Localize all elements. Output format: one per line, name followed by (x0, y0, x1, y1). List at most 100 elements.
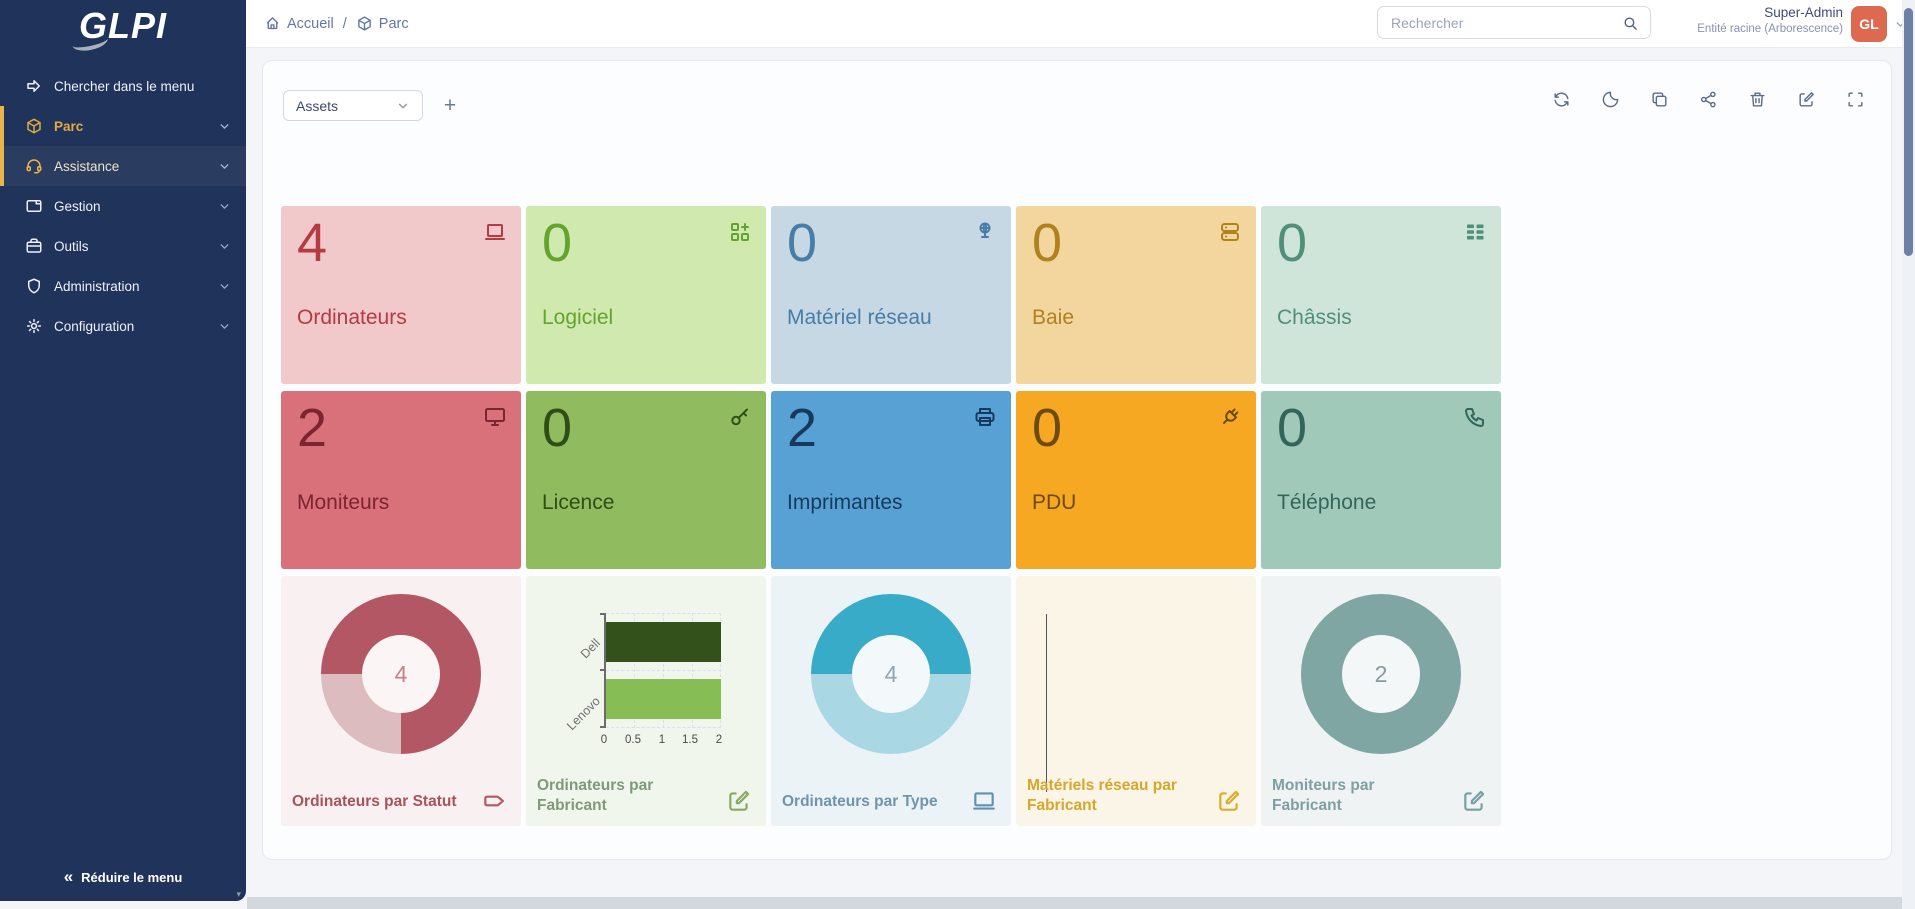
printer-icon (973, 405, 997, 429)
dashboard-select-value: Assets (296, 98, 338, 114)
sidebar-item-label: Assistance (54, 159, 119, 174)
monitor-icon (483, 405, 507, 429)
refresh-icon[interactable] (1552, 90, 1571, 109)
x-tick: 1 (647, 734, 677, 746)
sidebar-menu: Chercher dans le menu Parc Assistance Ge… (0, 66, 246, 346)
glpi-logo[interactable]: GLPI (0, 0, 246, 52)
chevron-down-icon (218, 160, 231, 173)
search-icon[interactable] (1622, 15, 1639, 32)
sidebar-item-parc[interactable]: Parc (0, 106, 246, 146)
sidebar: GLPI Chercher dans le menu Parc Assistan… (0, 0, 246, 901)
gear-icon (25, 317, 43, 335)
rack-rows-icon (1463, 220, 1487, 244)
headset-icon (25, 157, 43, 175)
sidebar-search-menu[interactable]: Chercher dans le menu (0, 66, 246, 106)
breadcrumb-home-link[interactable]: Accueil (264, 15, 334, 32)
home-icon (264, 15, 281, 32)
widget-materiels-reseau-par-fabricant[interactable]: Matériels réseau par Fabricant (1016, 576, 1256, 826)
card-label: Moniteurs (297, 491, 389, 515)
edit-icon[interactable] (1461, 788, 1487, 814)
donut-chart: 4 (321, 594, 481, 754)
sidebar-item-administration[interactable]: Administration (0, 266, 246, 306)
card-count: 4 (297, 216, 327, 270)
chevron-down-icon (218, 280, 231, 293)
card-baie[interactable]: 0 Baie (1016, 206, 1256, 384)
card-count: 2 (787, 401, 817, 455)
card-materiel-reseau[interactable]: 0 Matériel réseau (771, 206, 1011, 384)
card-count: 0 (1032, 216, 1062, 270)
global-search (1377, 6, 1651, 39)
arrow-right-icon (25, 77, 43, 95)
bar-chart (604, 613, 721, 728)
card-moniteurs[interactable]: 2 Moniteurs (281, 391, 521, 569)
donut-center-value: 4 (395, 661, 408, 688)
sidebar-item-assistance[interactable]: Assistance (0, 146, 246, 186)
trash-icon[interactable] (1748, 90, 1767, 109)
laptop-icon (483, 220, 507, 244)
bar-dell (606, 622, 721, 662)
collapse-menu-button[interactable]: « Réduire le menu (0, 867, 246, 887)
user-name: Super-Admin (1697, 5, 1843, 22)
edit-icon[interactable] (726, 788, 752, 814)
scrollbar-thumb[interactable] (1904, 8, 1913, 256)
user-menu[interactable]: Super-Admin Entité racine (Arborescence) (1697, 5, 1843, 37)
horizontal-scrollbar[interactable] (247, 897, 1915, 909)
dashboard-panel: Assets + 4 Ordinateurs 0 Logiciel (262, 60, 1892, 860)
sidebar-item-configuration[interactable]: Configuration (0, 306, 246, 346)
tag-icon[interactable] (481, 788, 507, 814)
sidebar-item-outils[interactable]: Outils (0, 226, 246, 266)
briefcase-icon (25, 237, 43, 255)
add-dashboard-button[interactable]: + (435, 90, 465, 121)
widget-title: Moniteurs par Fabricant (1272, 776, 1422, 816)
card-label: PDU (1032, 491, 1076, 515)
phone-icon (1463, 405, 1487, 429)
card-imprimantes[interactable]: 2 Imprimantes (771, 391, 1011, 569)
card-pdu[interactable]: 0 PDU (1016, 391, 1256, 569)
sidebar-item-label: Administration (54, 279, 140, 294)
share-icon[interactable] (1699, 90, 1718, 109)
avatar[interactable]: GL (1851, 6, 1887, 42)
widget-ordinateurs-par-fabricant[interactable]: Dell Lenovo 0 0.5 1 1.5 2 Ordinateurs pa… (526, 576, 766, 826)
chevron-down-icon (218, 200, 231, 213)
sidebar-resize-handle[interactable]: ▾ (236, 889, 241, 900)
x-tick: 2 (704, 734, 734, 746)
search-input[interactable] (1378, 7, 1650, 38)
chevron-down-icon (218, 320, 231, 333)
card-label: Imprimantes (787, 491, 903, 515)
fullscreen-icon[interactable] (1846, 90, 1865, 109)
chevron-down-icon (218, 120, 231, 133)
card-count: 0 (1277, 216, 1307, 270)
card-logiciel[interactable]: 0 Logiciel (526, 206, 766, 384)
widget-title: Matériels réseau par Fabricant (1027, 776, 1212, 816)
card-label: Licence (542, 491, 614, 515)
dashboard-select[interactable]: Assets (283, 90, 423, 121)
card-ordinateurs[interactable]: 4 Ordinateurs (281, 206, 521, 384)
donut-center-value: 2 (1375, 661, 1388, 688)
sidebar-item-gestion[interactable]: Gestion (0, 186, 246, 226)
moon-icon[interactable] (1601, 90, 1620, 109)
network-globe-icon (973, 220, 997, 244)
x-tick: 0 (589, 734, 619, 746)
card-chassis[interactable]: 0 Châssis (1261, 206, 1501, 384)
plug-icon (1218, 405, 1242, 429)
edit-icon[interactable] (1797, 90, 1816, 109)
sidebar-item-label: Configuration (54, 319, 134, 334)
widget-ordinateurs-par-type[interactable]: 4 Ordinateurs par Type (771, 576, 1011, 826)
breadcrumb-label: Parc (379, 16, 409, 32)
chevron-down-icon (396, 99, 410, 113)
breadcrumb-separator: / (343, 16, 347, 32)
box-icon (356, 15, 373, 32)
widget-ordinateurs-par-statut[interactable]: 4 Ordinateurs par Statut (281, 576, 521, 826)
card-label: Châssis (1277, 306, 1352, 330)
laptop-icon[interactable] (971, 788, 997, 814)
edit-icon[interactable] (1216, 788, 1242, 814)
card-licence[interactable]: 0 Licence (526, 391, 766, 569)
breadcrumb-parc-link[interactable]: Parc (356, 15, 409, 32)
copy-icon[interactable] (1650, 90, 1669, 109)
widget-moniteurs-par-fabricant[interactable]: 2 Moniteurs par Fabricant (1261, 576, 1501, 826)
card-telephone[interactable]: 0 Téléphone (1261, 391, 1501, 569)
card-label: Matériel réseau (787, 306, 932, 330)
bar-category-label: Dell (548, 636, 603, 691)
card-count: 0 (787, 216, 817, 270)
glpi-logo-swoosh (71, 30, 110, 53)
